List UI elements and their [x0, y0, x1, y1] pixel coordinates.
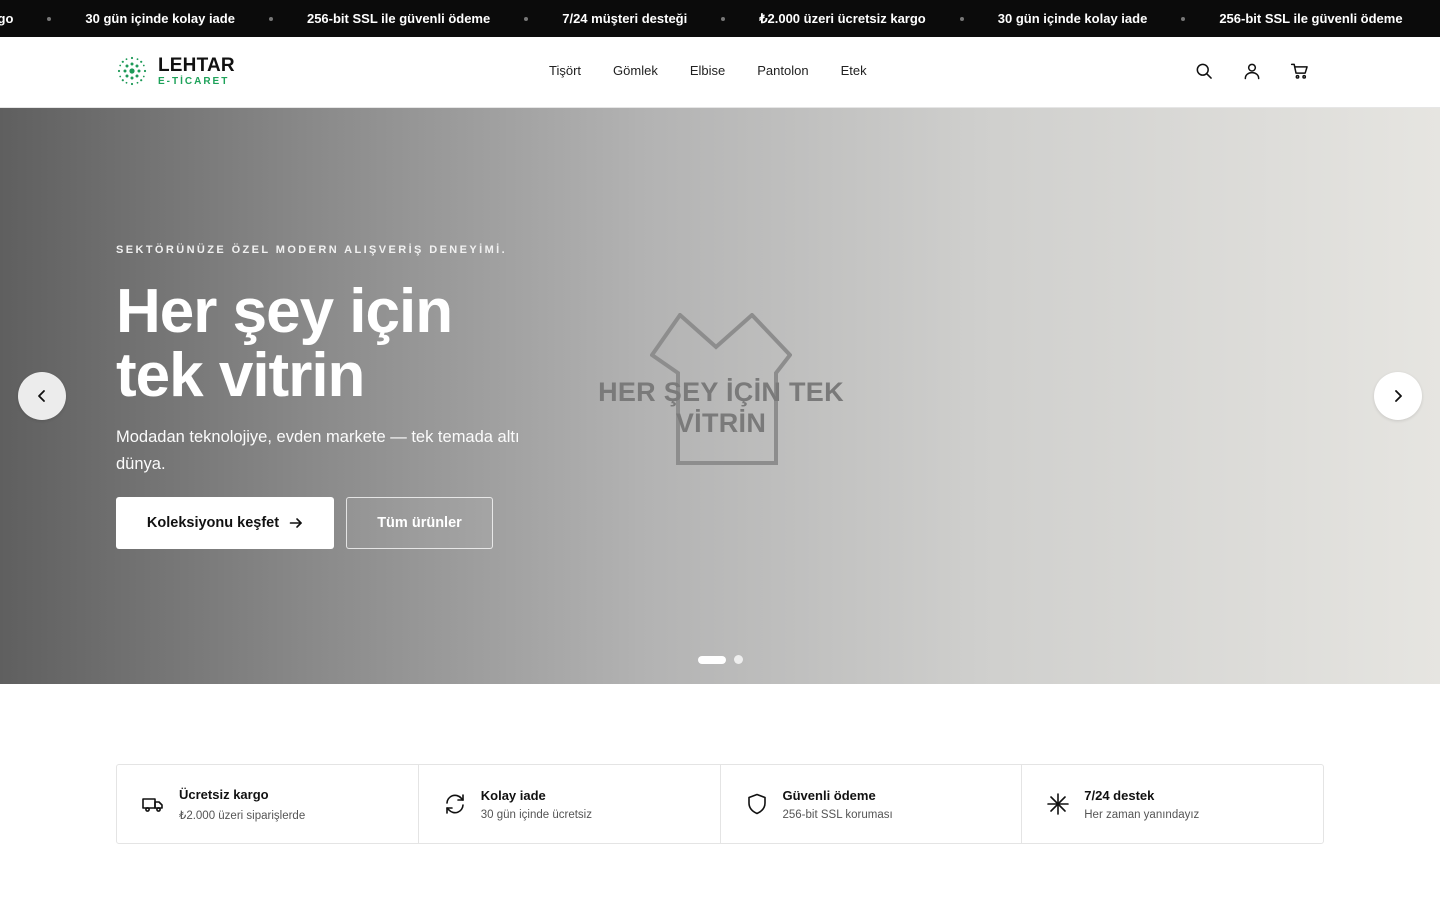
logo-text: LEHTAR E-TİCARET: [158, 56, 235, 87]
announcement-item: ₺2.000 üzeri ücretsiz kargo: [759, 10, 926, 26]
feature-easy-return: Kolay iade 30 gün içinde ücretsiz: [419, 765, 721, 843]
hero-title-line1: Her şey için: [116, 277, 453, 346]
announcement-bar: kargo 30 gün içinde kolay iade 256-bit S…: [0, 0, 1440, 37]
feature-subtitle: 256-bit SSL koruması: [782, 808, 893, 821]
feature-text: Kolay iade 30 gün içinde ücretsiz: [481, 788, 592, 821]
announcement-item: 30 gün içinde kolay iade: [85, 11, 235, 26]
feature-strip: Ücretsiz kargo ₺2.000 üzeri siparişlerde…: [116, 764, 1324, 844]
feature-title: Güvenli ödeme: [782, 787, 876, 803]
site-header: LEHTAR E-TİCARET Tişört Gömlek Elbise Pa…: [0, 37, 1440, 108]
separator-dot: [524, 16, 529, 21]
slider-next-button[interactable]: [1374, 372, 1422, 420]
asterisk-icon: [1047, 793, 1070, 815]
slider-prev-button[interactable]: [18, 372, 66, 420]
nav-item-tisort[interactable]: Tişört: [549, 63, 581, 78]
separator-dot: [721, 16, 726, 21]
slide-dot-1[interactable]: [698, 655, 726, 664]
hero-slider: HER ŞEY İÇİN TEK VİTRİN SEKTÖRÜNÜZE ÖZEL…: [0, 108, 1440, 684]
header-actions: [1194, 61, 1310, 81]
feature-title: Kolay iade: [480, 787, 546, 803]
chevron-left-icon: [38, 390, 45, 402]
announcement-item: 30 gün içinde kolay iade: [997, 11, 1148, 26]
separator-dot: [268, 16, 273, 21]
announcement-item: 7/24 müşteri desteği: [562, 11, 688, 26]
feature-text: Güvenli ödeme 256-bit SSL koruması: [783, 788, 893, 821]
slider-pagination: [698, 655, 743, 664]
separator-dot: [47, 16, 52, 21]
feature-secure-payment: Güvenli ödeme 256-bit SSL koruması: [721, 765, 1023, 843]
shield-icon: [747, 793, 766, 815]
announcement-item: 256-bit SSL ile güvenli ödeme: [1219, 11, 1403, 26]
hero-title-line2: tek vitrin: [116, 341, 365, 410]
announcement-ticker: kargo 30 gün içinde kolay iade 256-bit S…: [0, 0, 1403, 37]
feature-subtitle: 30 gün içinde ücretsiz: [480, 808, 592, 821]
feature-title: Ücretsiz kargo: [179, 786, 269, 802]
arrow-right-icon: [289, 518, 302, 528]
nav-item-etek[interactable]: Etek: [841, 63, 867, 78]
explore-collection-label: Koleksiyonu keşfet: [146, 515, 280, 531]
announcement-item: 256-bit SSL ile güvenli ödeme: [306, 11, 491, 26]
cart-icon[interactable]: [1290, 61, 1310, 81]
brand-tagline: E-TİCARET: [158, 75, 230, 87]
hero-title: Her şey için tek vitrin: [116, 280, 616, 408]
feature-text: 7/24 destek Her zaman yanındayız: [1084, 788, 1199, 821]
truck-icon: [142, 798, 163, 812]
hero-description: Modadan teknolojiye, evden markete — tek…: [116, 428, 520, 473]
nav-item-elbise[interactable]: Elbise: [690, 63, 725, 78]
feature-free-shipping: Ücretsiz kargo ₺2.000 üzeri siparişlerde: [117, 765, 419, 843]
chevron-right-icon: [1395, 390, 1402, 402]
feature-text: Ücretsiz kargo ₺2.000 üzeri siparişlerde: [179, 787, 305, 822]
all-products-button[interactable]: Tüm ürünler: [346, 497, 493, 549]
feature-subtitle: ₺2.000 üzeri siparişlerde: [179, 809, 306, 822]
main-nav: Tişört Gömlek Elbise Pantolon Etek: [549, 63, 867, 78]
search-icon[interactable]: [1194, 61, 1214, 81]
nav-item-pantolon[interactable]: Pantolon: [757, 63, 808, 78]
hero-eyebrow: SEKTÖRÜNÜZE ÖZEL MODERN ALIŞVERİŞ DENEYİ…: [116, 244, 508, 256]
brand-logo[interactable]: LEHTAR E-TİCARET: [116, 55, 235, 87]
feature-subtitle: Her zaman yanındayız: [1084, 808, 1200, 821]
separator-dot: [1181, 16, 1186, 21]
announcement-item: kargo: [0, 11, 14, 26]
slide-dot-2[interactable]: [734, 655, 743, 664]
feature-title: 7/24 destek: [1084, 787, 1155, 803]
separator-dot: [959, 16, 964, 21]
nav-item-gomlek[interactable]: Gömlek: [613, 63, 658, 78]
refresh-icon: [445, 794, 464, 814]
explore-collection-button[interactable]: Koleksiyonu keşfet: [116, 497, 334, 549]
feature-support: 7/24 destek Her zaman yanındayız: [1022, 765, 1323, 843]
brand-name: LEHTAR: [158, 54, 235, 76]
user-icon[interactable]: [1242, 61, 1262, 81]
logo-mark-icon: [117, 56, 147, 86]
